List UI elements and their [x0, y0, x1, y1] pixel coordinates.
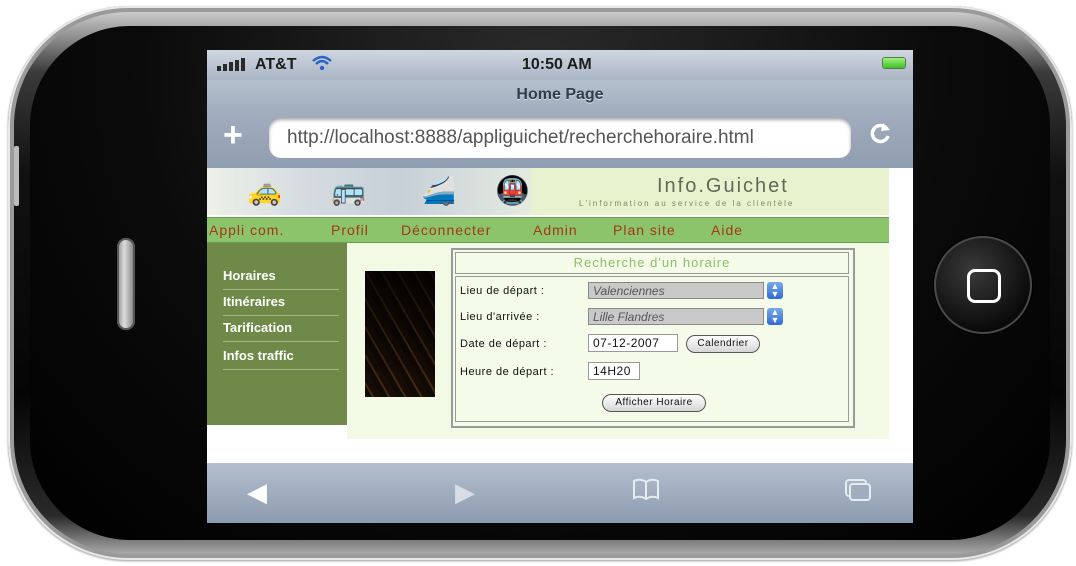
- heure-field[interactable]: 14H20: [588, 362, 640, 380]
- railway-tracks-image: [365, 271, 435, 397]
- bus-icon: 🚌: [331, 175, 366, 206]
- site-brand: Info.Guichet: [657, 175, 789, 197]
- transport-banner-image: 🚕 🚌 🚄 🚇: [207, 168, 531, 215]
- form-title: Recherche d'un horaire: [455, 252, 849, 274]
- web-page: 🚕 🚌 🚄 🚇 Info.Guichet L'information au se…: [207, 168, 913, 463]
- browser-toolbar: ◀ ▶: [207, 463, 913, 523]
- menu-admin[interactable]: Admin: [533, 222, 578, 238]
- arrivee-select[interactable]: Lille Flandres ▲ ▼: [588, 308, 783, 325]
- page-title: Home Page: [207, 80, 913, 110]
- forward-icon[interactable]: ▶: [455, 477, 475, 508]
- home-button[interactable]: [934, 236, 1032, 334]
- clock: 10:50 AM: [522, 56, 592, 73]
- address-bar: + http://localhost:8888/appliguichet/rec…: [207, 110, 913, 168]
- menu-deconnecter[interactable]: Déconnecter: [401, 222, 491, 238]
- menu-plan-site[interactable]: Plan site: [613, 222, 676, 238]
- heure-label: Heure de départ :: [460, 366, 555, 378]
- calendar-button[interactable]: Calendrier: [686, 335, 760, 353]
- battery-icon: [883, 58, 905, 68]
- bookmarks-icon[interactable]: [631, 477, 661, 508]
- arrivee-select-value: Lille Flandres: [593, 310, 665, 324]
- sidebar: Horaires Itinéraires Tarification Infos …: [207, 243, 347, 425]
- pages-icon[interactable]: [843, 477, 873, 508]
- reload-icon[interactable]: [869, 120, 891, 152]
- phone-screen: AT&T 10:50 AM Home Page + http://localho…: [207, 50, 913, 523]
- carrier-name: AT&T: [255, 56, 297, 73]
- status-bar: AT&T 10:50 AM: [207, 50, 913, 80]
- back-icon[interactable]: ◀: [247, 477, 267, 508]
- menu-appli-com[interactable]: Appli com.: [209, 222, 284, 238]
- taxi-icon: 🚕: [247, 175, 282, 206]
- depart-select[interactable]: Valenciennes ▲ ▼: [588, 282, 783, 299]
- sidebar-item-tarification[interactable]: Tarification: [223, 315, 339, 342]
- arrivee-label: Lieu d'arrivée :: [460, 311, 540, 323]
- train-icon: 🚄: [421, 175, 456, 206]
- form-fields: Lieu de départ : Valenciennes ▲ ▼ Lieu d'…: [455, 276, 849, 422]
- metro-icon: 🚇: [495, 175, 530, 206]
- select-arrows-icon: ▲ ▼: [767, 308, 783, 325]
- sidebar-item-itineraires[interactable]: Itinéraires: [223, 289, 339, 316]
- signal-icon: [217, 57, 251, 75]
- site-banner: 🚕 🚌 🚄 🚇 Info.Guichet L'information au se…: [207, 168, 889, 215]
- date-label: Date de départ :: [460, 338, 547, 350]
- select-arrows-icon: ▲ ▼: [767, 282, 783, 299]
- wifi-icon: [311, 54, 333, 77]
- top-menu: Appli com. Profil Déconnecter Admin Plan…: [207, 217, 889, 243]
- depart-select-value: Valenciennes: [593, 284, 665, 298]
- depart-label: Lieu de départ :: [460, 285, 545, 297]
- search-form: Recherche d'un horaire Lieu de départ : …: [451, 248, 855, 428]
- earpiece-speaker: [117, 238, 135, 330]
- sidebar-item-horaires[interactable]: Horaires: [223, 263, 339, 290]
- site-tagline: L'information au service de la clientèle: [579, 199, 795, 208]
- add-bookmark-icon[interactable]: +: [223, 116, 243, 155]
- url-field[interactable]: http://localhost:8888/appliguichet/reche…: [269, 118, 851, 158]
- date-field[interactable]: 07-12-2007: [588, 334, 678, 352]
- menu-aide[interactable]: Aide: [711, 222, 743, 238]
- menu-profil[interactable]: Profil: [331, 222, 369, 238]
- afficher-horaire-button[interactable]: Afficher Horaire: [602, 394, 706, 412]
- sidebar-item-infos-traffic[interactable]: Infos traffic: [223, 343, 339, 370]
- volume-rail: [14, 146, 19, 206]
